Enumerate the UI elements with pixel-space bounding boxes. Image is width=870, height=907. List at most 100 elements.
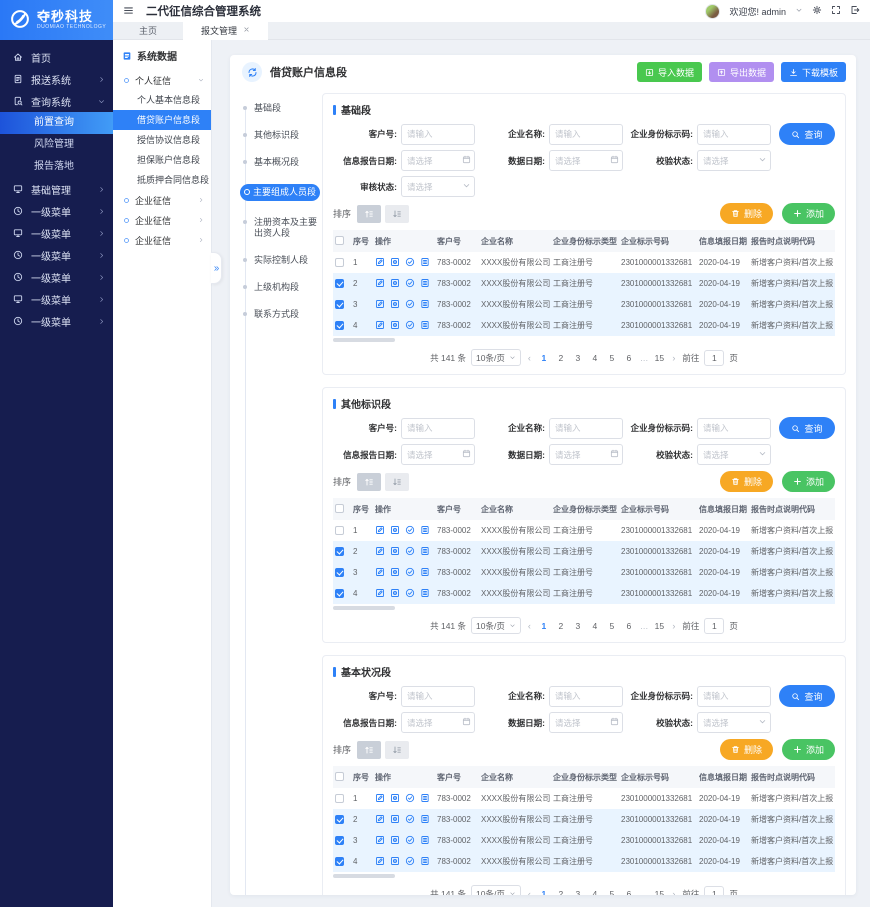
export-data-button[interactable]: 导出数据 <box>709 62 774 82</box>
scrollbar-thumb[interactable] <box>333 606 395 610</box>
table-row[interactable]: 2783-0002XXXX股份有限公司工商注册号2301000001332681… <box>333 541 835 562</box>
text-input[interactable] <box>401 418 475 439</box>
row-checkbox[interactable] <box>335 836 344 845</box>
delete-button[interactable]: 删除 <box>720 471 773 492</box>
edit-doc-icon[interactable] <box>375 525 385 537</box>
subnav-group-2[interactable]: 企业征信 <box>113 210 211 230</box>
page-number[interactable]: 3 <box>572 889 584 896</box>
scrollbar-thumb[interactable] <box>333 874 395 878</box>
page-number[interactable]: 2 <box>555 889 567 896</box>
doc-list-icon[interactable] <box>420 793 430 805</box>
goto-page-input[interactable] <box>704 618 724 634</box>
header-checkbox[interactable] <box>335 236 344 245</box>
sort-desc-button[interactable] <box>385 473 409 491</box>
page-number[interactable]: 15 <box>653 353 665 363</box>
sidebar-item-6[interactable]: 一级菜单 <box>0 244 113 266</box>
edit-doc-icon[interactable] <box>375 278 385 290</box>
row-checkbox[interactable] <box>335 526 344 535</box>
table-row[interactable]: 1783-0002XXXX股份有限公司工商注册号2301000001332681… <box>333 252 835 273</box>
tab-report[interactable]: 报文管理 <box>183 22 268 40</box>
search-button[interactable]: 查询 <box>779 123 835 145</box>
import-data-button[interactable]: 导入数据 <box>637 62 702 82</box>
text-input[interactable] <box>697 124 771 145</box>
edit-doc-icon[interactable] <box>375 793 385 805</box>
sidebar-item-9[interactable]: 一级菜单 <box>0 310 113 332</box>
preview-doc-icon[interactable] <box>390 546 400 558</box>
sort-desc-button[interactable] <box>385 205 409 223</box>
sidebar-item-1[interactable]: 报送系统 <box>0 68 113 90</box>
row-checkbox[interactable] <box>335 279 344 288</box>
preview-doc-icon[interactable] <box>390 567 400 579</box>
fullscreen-icon[interactable] <box>831 5 841 17</box>
page-number[interactable]: 15 <box>653 889 665 896</box>
preview-doc-icon[interactable] <box>390 320 400 332</box>
header-checkbox[interactable] <box>335 504 344 513</box>
anchor-item-6[interactable]: 上级机构段 <box>242 282 322 293</box>
anchor-item-5[interactable]: 实际控制人段 <box>242 255 322 266</box>
doc-list-icon[interactable] <box>420 299 430 311</box>
doc-list-icon[interactable] <box>420 588 430 600</box>
check-circle-icon[interactable] <box>405 567 415 579</box>
search-button[interactable]: 查询 <box>779 685 835 707</box>
edit-doc-icon[interactable] <box>375 546 385 558</box>
text-input[interactable] <box>401 124 475 145</box>
sidebar-subitem-2-0[interactable]: 前置查询 <box>0 112 113 134</box>
check-circle-icon[interactable] <box>405 835 415 847</box>
row-checkbox[interactable] <box>335 794 344 803</box>
page-number[interactable]: 6 <box>623 353 635 363</box>
date-input[interactable] <box>549 712 623 733</box>
check-circle-icon[interactable] <box>405 257 415 269</box>
page-number[interactable]: 6 <box>623 621 635 631</box>
table-row[interactable]: 3783-0002XXXX股份有限公司工商注册号2301000001332681… <box>333 830 835 851</box>
edit-doc-icon[interactable] <box>375 567 385 579</box>
page-number[interactable]: 1 <box>538 621 550 631</box>
scrollbar-thumb[interactable] <box>333 338 395 342</box>
doc-list-icon[interactable] <box>420 525 430 537</box>
anchor-item-7[interactable]: 联系方式段 <box>242 309 322 320</box>
doc-list-icon[interactable] <box>420 856 430 868</box>
row-checkbox[interactable] <box>335 589 344 598</box>
sidebar-item-7[interactable]: 一级菜单 <box>0 266 113 288</box>
table-row[interactable]: 2783-0002XXXX股份有限公司工商注册号2301000001332681… <box>333 809 835 830</box>
text-input[interactable] <box>401 686 475 707</box>
edit-doc-icon[interactable] <box>375 835 385 847</box>
subnav-item-0-3[interactable]: 担保账户信息段 <box>113 150 211 170</box>
sidebar-item-5[interactable]: 一级菜单 <box>0 222 113 244</box>
page-number[interactable]: 1 <box>538 353 550 363</box>
doc-list-icon[interactable] <box>420 257 430 269</box>
subnav-item-0-0[interactable]: 个人基本信息段 <box>113 90 211 110</box>
page-number[interactable]: 4 <box>589 621 601 631</box>
prev-page-button[interactable]: ‹ <box>526 621 533 631</box>
prev-page-button[interactable]: ‹ <box>526 353 533 363</box>
search-button[interactable]: 查询 <box>779 417 835 439</box>
page-number[interactable]: 15 <box>653 621 665 631</box>
table-row[interactable]: 4783-0002XXXX股份有限公司工商注册号2301000001332681… <box>333 315 835 336</box>
header-checkbox[interactable] <box>335 772 344 781</box>
sidebar-item-8[interactable]: 一级菜单 <box>0 288 113 310</box>
check-circle-icon[interactable] <box>405 320 415 332</box>
check-circle-icon[interactable] <box>405 299 415 311</box>
next-page-button[interactable]: › <box>670 889 677 896</box>
subnav-group-0[interactable]: 个人征信 <box>113 70 211 90</box>
add-button[interactable]: 添加 <box>782 203 835 224</box>
page-number[interactable]: 2 <box>555 621 567 631</box>
row-checkbox[interactable] <box>335 815 344 824</box>
page-number[interactable]: 5 <box>606 353 618 363</box>
check-circle-icon[interactable] <box>405 525 415 537</box>
delete-button[interactable]: 删除 <box>720 203 773 224</box>
subnav-item-0-2[interactable]: 授信协议信息段 <box>113 130 211 150</box>
sidebar-item-0[interactable]: 首页 <box>0 46 113 68</box>
check-circle-icon[interactable] <box>405 546 415 558</box>
preview-doc-icon[interactable] <box>390 814 400 826</box>
page-number[interactable]: 3 <box>572 621 584 631</box>
check-circle-icon[interactable] <box>405 856 415 868</box>
page-size-select[interactable]: 10条/页 <box>471 885 521 895</box>
preview-doc-icon[interactable] <box>390 793 400 805</box>
table-row[interactable]: 3783-0002XXXX股份有限公司工商注册号2301000001332681… <box>333 294 835 315</box>
row-checkbox[interactable] <box>335 300 344 309</box>
page-number[interactable]: 4 <box>589 353 601 363</box>
table-row[interactable]: 2783-0002XXXX股份有限公司工商注册号2301000001332681… <box>333 273 835 294</box>
text-input[interactable] <box>549 418 623 439</box>
check-circle-icon[interactable] <box>405 278 415 290</box>
row-checkbox[interactable] <box>335 857 344 866</box>
